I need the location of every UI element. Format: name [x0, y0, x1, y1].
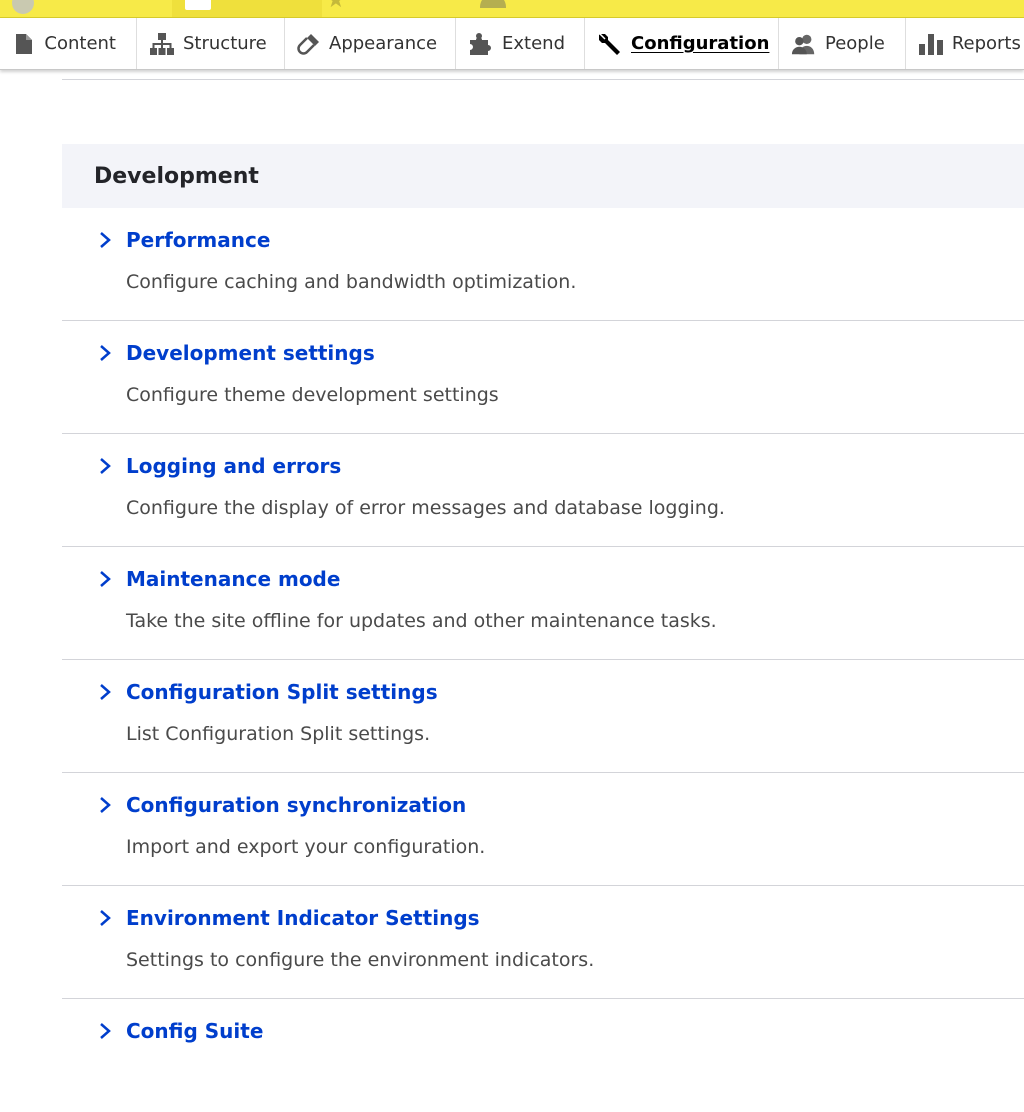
list-item: Maintenance mode Take the site offline f…	[62, 547, 1024, 660]
user-icon[interactable]	[480, 0, 506, 8]
item-description: Configure caching and bandwidth optimiza…	[126, 271, 577, 293]
list-item: Configuration Split settings List Config…	[62, 660, 1024, 773]
config-synchronization-link[interactable]: Configuration synchronization	[126, 793, 466, 817]
tray-item-reports[interactable]: Reports	[906, 18, 1024, 69]
list-item: Development settings Configure theme dev…	[62, 321, 1024, 434]
development-settings-link[interactable]: Development settings	[126, 341, 375, 365]
paintbrush-icon	[297, 31, 321, 57]
config-suite-link[interactable]: Config Suite	[126, 1019, 263, 1043]
menu-icon[interactable]	[185, 0, 211, 10]
bar-chart-icon	[918, 31, 944, 57]
tray-item-configuration[interactable]: Configuration	[585, 18, 779, 69]
tray-item-label: Appearance	[329, 33, 438, 54]
file-icon	[12, 31, 36, 57]
item-description: Configure theme development settings	[126, 384, 499, 406]
config-split-settings-link[interactable]: Configuration Split settings	[126, 680, 438, 704]
chevron-right-icon	[100, 910, 111, 926]
chevron-right-icon	[100, 797, 111, 813]
chevron-right-icon	[100, 684, 111, 700]
chevron-right-icon	[100, 458, 111, 474]
tray-item-appearance[interactable]: Appearance	[285, 18, 456, 69]
admin-tray: Content Structure Appearance Extend Conf…	[0, 18, 1024, 70]
people-icon	[791, 31, 817, 57]
star-icon[interactable]: ★	[326, 0, 346, 13]
tray-item-label: Content	[44, 33, 116, 54]
tray-item-content[interactable]: Content	[0, 18, 137, 69]
tray-item-people[interactable]: People	[779, 18, 906, 69]
development-panel: Development Performance Configure cachin…	[62, 144, 1024, 1112]
item-description: List Configuration Split settings.	[126, 723, 431, 745]
chevron-right-icon	[100, 232, 111, 248]
list-item: Environment Indicator Settings Settings …	[62, 886, 1024, 999]
tray-item-extend[interactable]: Extend	[456, 18, 585, 69]
tray-item-label: Reports	[951, 33, 1021, 54]
maintenance-mode-link[interactable]: Maintenance mode	[126, 567, 340, 591]
wrench-icon	[597, 31, 623, 57]
tray-item-label: Extend	[502, 33, 565, 54]
sitemap-icon	[149, 31, 175, 57]
chevron-right-icon	[100, 345, 111, 361]
list-item: Configuration synchronization Import and…	[62, 773, 1024, 886]
list-item: Performance Configure caching and bandwi…	[62, 208, 1024, 321]
environment-indicator-link[interactable]: Environment Indicator Settings	[126, 906, 480, 930]
logging-and-errors-link[interactable]: Logging and errors	[126, 454, 341, 478]
tray-item-label: Configuration	[631, 33, 770, 54]
home-icon[interactable]	[12, 0, 34, 14]
divider	[62, 79, 1024, 80]
item-description: Settings to configure the environment in…	[126, 949, 595, 971]
tray-item-structure[interactable]: Structure	[137, 18, 285, 69]
tray-item-label: People	[825, 33, 885, 54]
performance-link[interactable]: Performance	[126, 228, 270, 252]
admin-toolbar-bar: ★	[0, 0, 1024, 18]
item-description: Take the site offline for updates and ot…	[126, 610, 717, 632]
item-description: Configure the display of error messages …	[126, 497, 725, 519]
list-item: Config Suite	[62, 999, 1024, 1112]
puzzle-icon	[468, 31, 494, 57]
chevron-right-icon	[100, 571, 111, 587]
chevron-right-icon	[100, 1023, 111, 1039]
list-item: Logging and errors Configure the display…	[62, 434, 1024, 547]
tray-item-label: Structure	[183, 33, 267, 54]
panel-title: Development	[62, 144, 1024, 208]
item-description: Import and export your configuration.	[126, 836, 486, 858]
